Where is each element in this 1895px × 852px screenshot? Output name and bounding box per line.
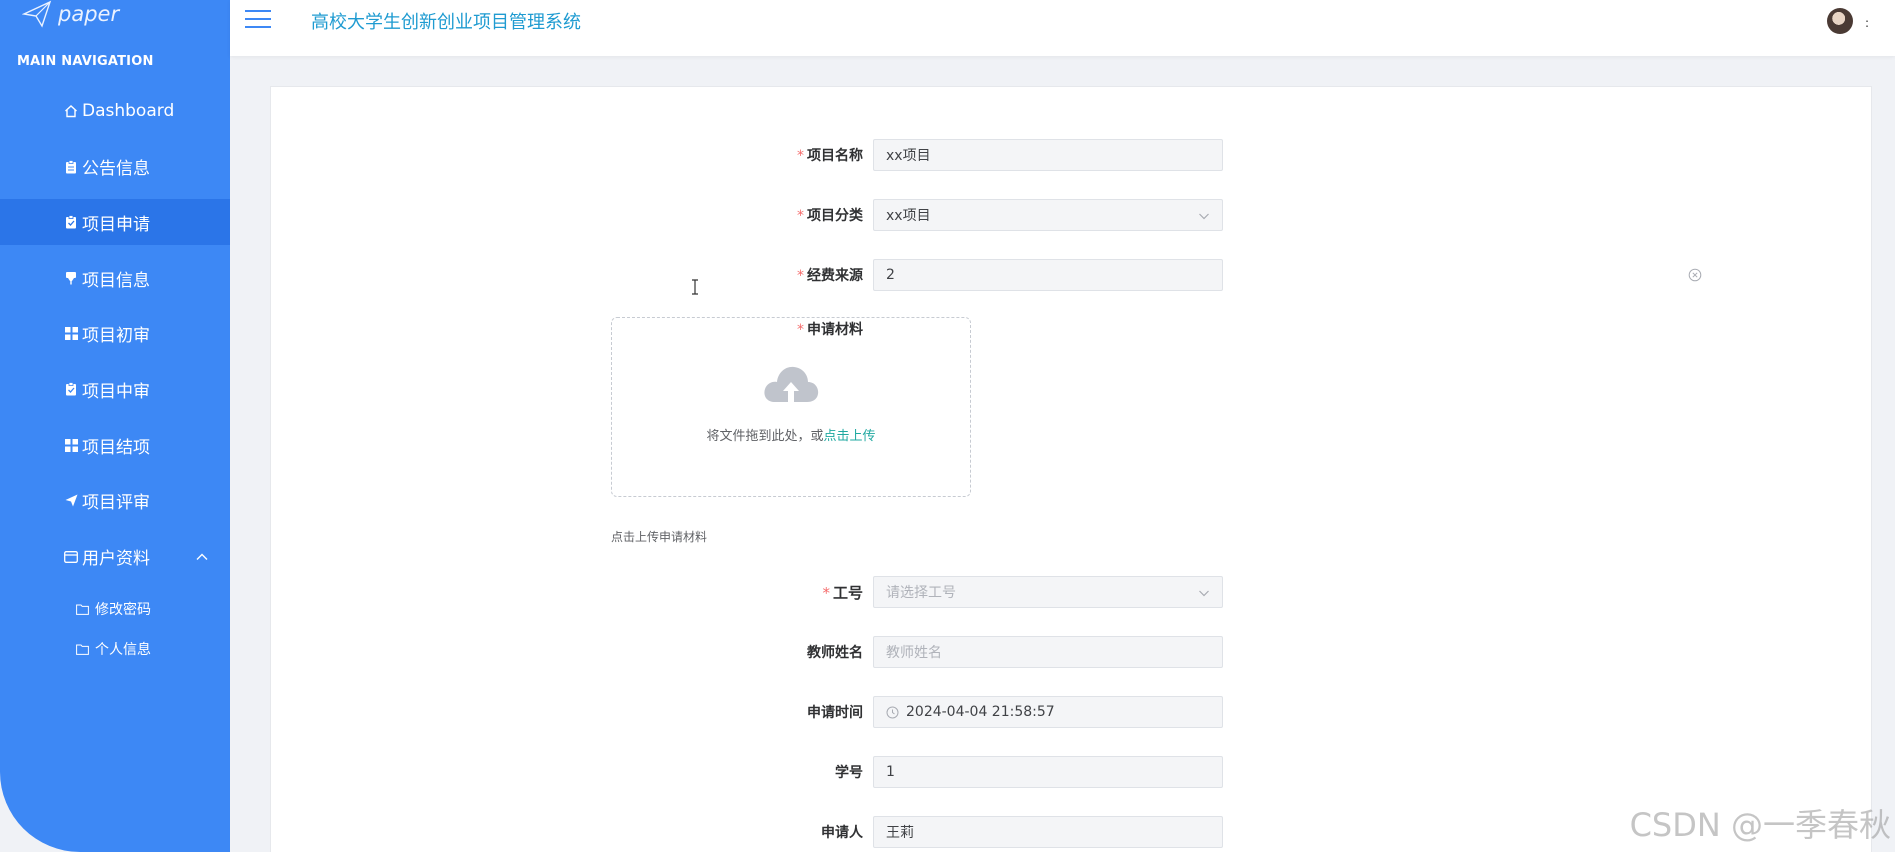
chevron-up-icon	[196, 553, 208, 560]
select-placeholder: 请选择工号	[886, 585, 956, 601]
field-label: 经费来源	[807, 268, 863, 284]
sidebar-item-project-info[interactable]: 项目信息	[0, 255, 230, 301]
apply-time-picker[interactable]: 2024-04-04 21:58:57	[873, 696, 1223, 728]
upload-dropzone[interactable]: 将文件拖到此处，或点击上传	[611, 317, 971, 497]
sidebar-item-user-profile[interactable]: 用户资料	[0, 534, 230, 580]
required-mark: *	[797, 208, 804, 224]
sidebar-item-project-evaluation[interactable]: 项目评审	[0, 478, 230, 524]
sidebar-item-label: 项目结项	[82, 437, 150, 458]
clear-icon[interactable]	[1688, 268, 1702, 282]
sidebar-subitem-personal-info[interactable]: 个人信息	[0, 629, 230, 669]
card-icon	[64, 550, 78, 564]
text-cursor-icon	[692, 279, 698, 295]
field-label: 学号	[835, 765, 863, 781]
funding-source-input[interactable]: 2	[873, 259, 1223, 291]
paper-plane-icon	[22, 0, 52, 28]
form-row-applicant: 申请人 王莉	[271, 816, 1223, 848]
avatar[interactable]	[1827, 8, 1853, 34]
form-row-teacher-name: 教师姓名 教师姓名	[271, 636, 1223, 668]
upload-drop-text: 将文件拖到此处，或	[706, 429, 824, 444]
top-header: 高校大学生创新创业项目管理系统 :	[230, 0, 1895, 56]
sidebar-subitem-label: 修改密码	[95, 602, 151, 619]
form-card: * 项目名称 xx项目 * 项目分类 xx项目 * 经费来源 2 * 申请材料 将文件拖…	[270, 86, 1872, 852]
sidebar-item-label: 项目初审	[82, 326, 150, 347]
field-label: 申请时间	[807, 705, 863, 721]
clipboard-check-icon	[64, 382, 78, 396]
folder-icon	[76, 644, 89, 655]
staff-no-select[interactable]: 请选择工号	[873, 576, 1223, 608]
main-nav: Dashboard 公告信息 项目申请 项目信息 项目初审 项目中审 项目结项 …	[0, 88, 230, 669]
pin-icon	[64, 271, 78, 285]
form-row-apply-time: 申请时间 2024-04-04 21:58:57	[271, 696, 1223, 728]
student-no-input[interactable]: 1	[873, 756, 1223, 788]
required-mark: *	[797, 148, 804, 164]
upload-click-link[interactable]: 点击上传	[824, 429, 876, 444]
chevron-down-icon	[1199, 590, 1209, 597]
field-label: 项目名称	[807, 148, 863, 164]
send-icon	[64, 494, 78, 508]
cloud-upload-icon	[764, 366, 819, 402]
chevron-down-icon	[1199, 213, 1209, 220]
watermark: CSDN @一季春秋	[1629, 806, 1891, 844]
app-title: 高校大学生创新创业项目管理系统	[311, 12, 581, 33]
form-row-project-category: * 项目分类 xx项目	[271, 199, 1223, 231]
clipboard-icon	[64, 159, 78, 174]
sidebar-item-mid-review[interactable]: 项目中审	[0, 366, 230, 412]
select-value: xx项目	[886, 208, 931, 224]
brand-name: paper	[58, 2, 120, 26]
sidebar-item-label: 公告信息	[82, 159, 150, 180]
sidebar-item-initial-review[interactable]: 项目初审	[0, 311, 230, 357]
sidebar-item-label: 项目信息	[82, 270, 150, 291]
sidebar-subitem-change-password[interactable]: 修改密码	[0, 589, 230, 629]
sidebar-item-label: 用户资料	[82, 549, 150, 569]
project-category-select[interactable]: xx项目	[873, 199, 1223, 231]
required-mark: *	[797, 268, 804, 284]
field-label: 工号	[832, 583, 863, 602]
form-row-funding-source: * 经费来源 2	[271, 259, 1223, 291]
clipboard-check-icon	[64, 215, 78, 229]
sidebar-item-label: 项目申请	[82, 214, 150, 235]
user-menu-dropdown[interactable]: :	[1865, 16, 1869, 30]
form-row-project-name: * 项目名称 xx项目	[271, 139, 1223, 171]
sidebar-item-label: 项目中审	[82, 381, 150, 402]
sidebar-item-label: Dashboard	[82, 101, 175, 121]
required-mark: *	[822, 583, 830, 602]
grid-icon	[64, 438, 78, 452]
brand-logo[interactable]: paper	[22, 0, 119, 28]
sidebar-item-dashboard[interactable]: Dashboard	[0, 88, 230, 134]
home-icon	[64, 104, 78, 118]
menu-toggle-icon[interactable]	[245, 10, 271, 30]
sidebar-item-label: 项目评审	[82, 493, 150, 514]
sidebar-item-announcements[interactable]: 公告信息	[0, 144, 230, 190]
grid-icon	[64, 327, 78, 341]
upload-tip: 点击上传申请材料	[611, 530, 708, 544]
date-value: 2024-04-04 21:58:57	[906, 704, 1055, 720]
form-row-staff-no: * 工号 请选择工号	[271, 576, 1223, 608]
teacher-name-input[interactable]: 教师姓名	[873, 636, 1223, 668]
sidebar-subitem-label: 个人信息	[95, 642, 151, 659]
sidebar: paper MAIN NAVIGATION Dashboard 公告信息 项目申…	[0, 0, 230, 852]
sidebar-item-project-closure[interactable]: 项目结项	[0, 422, 230, 468]
clock-icon	[886, 706, 899, 718]
field-label: 教师姓名	[807, 645, 863, 661]
field-label: 申请人	[821, 825, 863, 841]
upload-instructions: 将文件拖到此处，或点击上传	[706, 425, 875, 444]
applicant-input[interactable]: 王莉	[873, 816, 1223, 848]
field-label: 项目分类	[807, 208, 863, 224]
form-row-student-no: 学号 1	[271, 756, 1223, 788]
folder-icon	[76, 604, 89, 615]
sidebar-item-project-apply[interactable]: 项目申请	[0, 199, 230, 246]
nav-section-title: MAIN NAVIGATION	[17, 54, 154, 69]
project-name-input[interactable]: xx项目	[873, 139, 1223, 171]
